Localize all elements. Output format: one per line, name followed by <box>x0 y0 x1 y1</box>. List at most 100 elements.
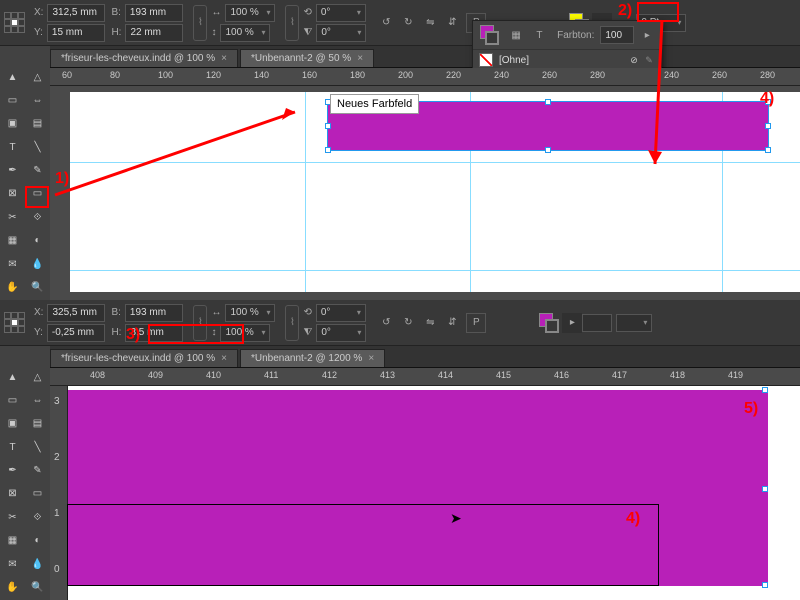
scale-y[interactable]: 100 % <box>220 24 270 42</box>
shear-field[interactable]: 0° <box>316 24 366 42</box>
rotate-ccw-icon[interactable]: ↺ <box>376 13 396 33</box>
hand-tool[interactable]: ✋ <box>0 577 25 599</box>
x-field[interactable] <box>47 304 105 322</box>
close-icon[interactable]: × <box>221 353 227 364</box>
note-tool[interactable]: ✉ <box>0 553 25 575</box>
tone-slider-arrow-icon[interactable]: ▸ <box>638 25 657 45</box>
link-wh-icon[interactable]: ⌇ <box>193 5 207 41</box>
doc-tab-active[interactable]: *Unbenannt-2 @ 50 %× <box>240 49 374 67</box>
scale-x[interactable]: 100 % <box>225 304 275 322</box>
panel-fill-stroke[interactable] <box>480 25 499 45</box>
content-placer-tool[interactable]: ▤ <box>25 413 50 435</box>
pen-tool[interactable]: ✒ <box>0 460 25 482</box>
canvas-bottom[interactable]: ➤ <box>68 386 800 600</box>
type-tool[interactable]: T <box>0 436 25 458</box>
container-format-icon[interactable]: ▦ <box>506 25 525 45</box>
direct-selection-tool[interactable]: △ <box>25 66 50 88</box>
doc-tab-active[interactable]: *Unbenannt-2 @ 1200 %× <box>240 349 385 367</box>
w-field[interactable] <box>125 304 183 322</box>
y-field[interactable] <box>47 324 105 342</box>
callout-2: 2) <box>618 2 632 20</box>
link-scale-icon[interactable]: ⌇ <box>285 5 299 41</box>
scissors-tool[interactable]: ✂ <box>0 206 25 228</box>
rotate-ccw-icon[interactable]: ↺ <box>376 313 396 333</box>
close-icon[interactable]: × <box>357 53 363 64</box>
w-field[interactable] <box>125 4 183 22</box>
control-bar-bottom: X: Y: B: H: ⌇ ↔100 % ↕100 % ⌇ ⟲0° ⧨0° ↺ … <box>0 300 800 346</box>
shear-field[interactable]: 0° <box>316 324 366 342</box>
line-tool[interactable]: ╲ <box>25 436 50 458</box>
rectangle-tool[interactable]: ▭ <box>25 483 50 505</box>
close-icon[interactable]: × <box>368 353 374 364</box>
content-collector-tool[interactable]: ▣ <box>0 113 25 135</box>
cursor-icon: ➤ <box>450 510 462 527</box>
selection-outline <box>67 504 659 586</box>
paragraph-icon[interactable]: P <box>466 313 486 333</box>
selection-tool[interactable]: ▲ <box>0 366 25 388</box>
y-field[interactable] <box>47 24 105 42</box>
page-tool[interactable]: ▭ <box>0 89 25 111</box>
gradient-swatch-tool[interactable]: ▦ <box>0 230 25 252</box>
lock-icon: ✎ <box>643 54 655 66</box>
gap-tool[interactable]: ⇔ <box>25 89 50 111</box>
close-icon[interactable]: × <box>221 53 227 64</box>
h-field[interactable] <box>125 24 183 42</box>
free-transform-tool[interactable]: ⟐ <box>25 506 50 528</box>
flip-v-icon[interactable]: ⇵ <box>442 13 462 33</box>
selection-tool[interactable]: ▲ <box>0 66 25 88</box>
text-format-icon[interactable]: T <box>530 25 549 45</box>
gradient-swatch-tool[interactable]: ▦ <box>0 530 25 552</box>
type-tool[interactable]: T <box>0 136 25 158</box>
content-placer-tool[interactable]: ▤ <box>25 113 50 135</box>
gradient-feather-tool[interactable]: ◐ <box>25 230 50 252</box>
scissors-tool[interactable]: ✂ <box>0 506 25 528</box>
pencil-tool[interactable]: ✎ <box>25 160 50 182</box>
stroke-style[interactable] <box>582 314 612 332</box>
line-tool[interactable]: ╲ <box>25 136 50 158</box>
pencil-tool[interactable]: ✎ <box>25 460 50 482</box>
scale-x[interactable]: 100 % <box>225 4 275 22</box>
document-tabs: *friseur-les-cheveux.indd @ 100 %× *Unbe… <box>0 46 800 68</box>
free-transform-tool[interactable]: ⟐ <box>25 206 50 228</box>
flip-h-icon[interactable]: ⇋ <box>420 313 440 333</box>
fill-menu-arrow-icon[interactable]: ▸ <box>562 313 582 333</box>
rectangle-frame-tool[interactable]: ⊠ <box>0 483 25 505</box>
fill-stroke-proxy[interactable] <box>539 313 559 333</box>
stroke-weight[interactable] <box>616 314 652 332</box>
note-tool[interactable]: ✉ <box>0 253 25 275</box>
swatch-none[interactable]: [Ohne]⊘✎ <box>473 50 661 70</box>
link-scale-icon[interactable]: ⌇ <box>285 305 299 341</box>
flip-v-icon[interactable]: ⇵ <box>442 313 462 333</box>
gap-tool[interactable]: ⇔ <box>25 389 50 411</box>
pen-tool[interactable]: ✒ <box>0 160 25 182</box>
page-tool[interactable]: ▭ <box>0 389 25 411</box>
hand-tool[interactable]: ✋ <box>0 277 25 299</box>
callout-3: 3) <box>126 326 140 344</box>
zoom-tool[interactable]: 🔍 <box>25 277 50 299</box>
rotate-field[interactable]: 0° <box>316 4 366 22</box>
tone-field[interactable] <box>600 26 633 44</box>
reference-point[interactable] <box>4 12 26 34</box>
page <box>70 92 800 292</box>
ruler-horizontal: 6080100120140160180200220240260280240260… <box>50 68 800 86</box>
x-field[interactable] <box>47 4 105 22</box>
eyedropper-tool[interactable]: 💧 <box>25 253 50 275</box>
control-bar-top: X: Y: B: H: ⌇ ↔100 % ↕100 % ⌇ ⟲0° ⧨0° ↺ … <box>0 0 800 46</box>
reference-point[interactable] <box>4 312 26 334</box>
gradient-feather-tool[interactable]: ◐ <box>25 530 50 552</box>
zoom-tool[interactable]: 🔍 <box>25 577 50 599</box>
callout-5: 5) <box>744 400 758 418</box>
rectangle-frame-tool[interactable]: ⊠ <box>0 183 25 205</box>
callout-4: 4) <box>760 90 774 108</box>
canvas-top[interactable]: Neues Farbfeld <box>50 86 800 300</box>
eyedropper-tool[interactable]: 💧 <box>25 553 50 575</box>
content-collector-tool[interactable]: ▣ <box>0 413 25 435</box>
rotate-cw-icon[interactable]: ↻ <box>398 313 418 333</box>
rotate-field[interactable]: 0° <box>316 304 366 322</box>
doc-tab[interactable]: *friseur-les-cheveux.indd @ 100 %× <box>50 349 238 367</box>
ruler-vertical: 3210 <box>50 386 68 600</box>
doc-tab[interactable]: *friseur-les-cheveux.indd @ 100 %× <box>50 49 238 67</box>
direct-selection-tool[interactable]: △ <box>25 366 50 388</box>
rotate-cw-icon[interactable]: ↻ <box>398 13 418 33</box>
flip-h-icon[interactable]: ⇋ <box>420 13 440 33</box>
